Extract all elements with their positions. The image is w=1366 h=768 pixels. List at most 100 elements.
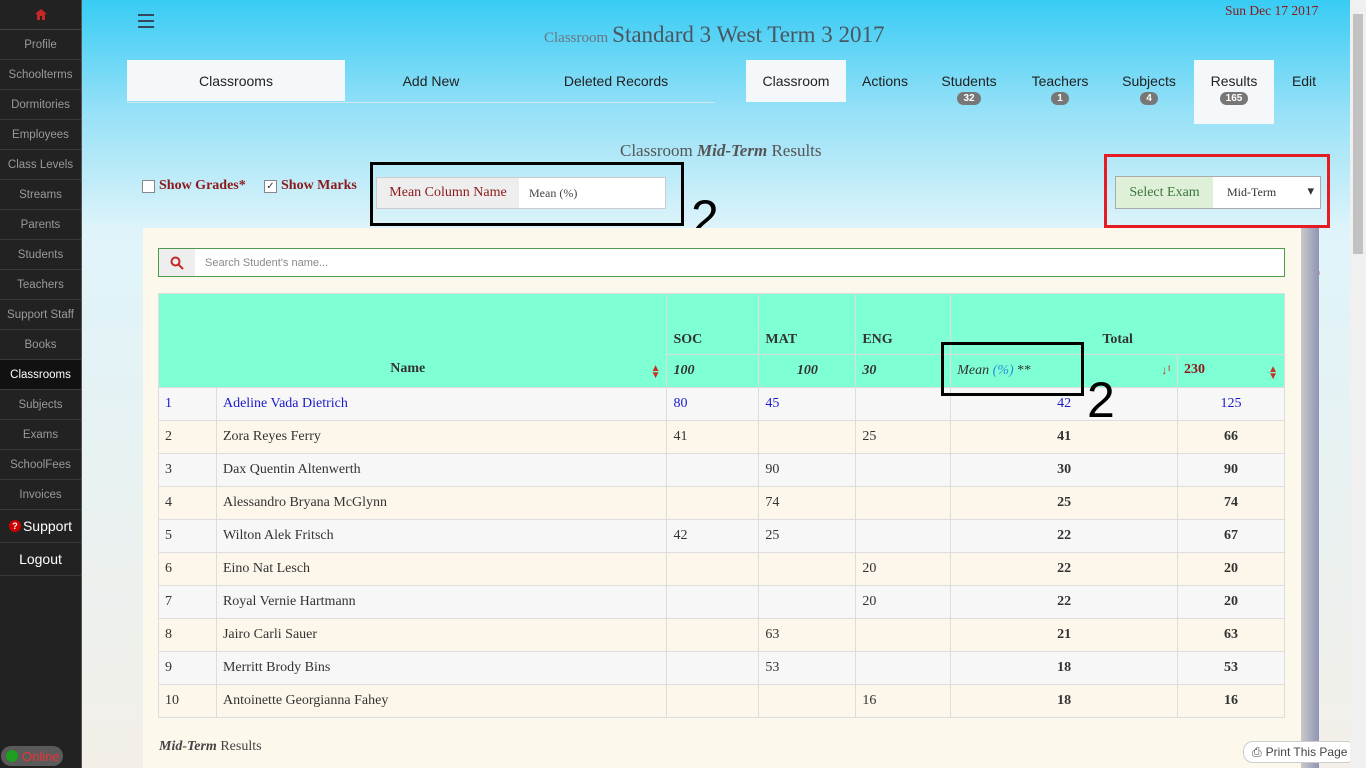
scrollbar-thumb[interactable] <box>1353 14 1363 254</box>
home-link[interactable] <box>0 0 81 30</box>
mat-mark <box>758 684 857 718</box>
sidebar-item-dormitories[interactable]: Dormitories <box>0 90 81 120</box>
subject-header-soc: SOC <box>666 293 760 355</box>
table-row[interactable]: 10 Antoinette Georgianna Fahey 16 18 16 <box>158 684 1285 718</box>
show-grades-toggle[interactable]: Show Grades* <box>142 178 246 194</box>
annotation-box-1 <box>1104 154 1330 228</box>
total-value: 74 <box>1177 486 1285 520</box>
support-label: Support <box>22 518 73 534</box>
soc-mark <box>666 486 760 520</box>
total-value: 20 <box>1177 585 1285 619</box>
tab-students-label: Students <box>941 73 997 89</box>
table-row[interactable]: 5 Wilton Alek Fritsch 42 25 22 67 <box>158 519 1285 553</box>
sidebar-item-subjects[interactable]: Subjects <box>0 390 81 420</box>
table-row[interactable]: 3 Dax Quentin Altenwerth 90 30 90 <box>158 453 1285 487</box>
subject-header-mat: MAT <box>758 293 857 355</box>
annotation-number-2-mean: 2 <box>1087 372 1115 428</box>
sidebar-item-books[interactable]: Books <box>0 330 81 360</box>
row-number: 4 <box>158 486 217 520</box>
online-status: Online <box>1 746 63 766</box>
table-row[interactable]: 6 Eino Nat Lesch 20 22 20 <box>158 552 1285 586</box>
table-row[interactable]: 8 Jairo Carli Sauer 63 21 63 <box>158 618 1285 652</box>
student-name[interactable]: Royal Vernie Hartmann <box>215 585 668 619</box>
sidebar-item-parents[interactable]: Parents <box>0 210 81 240</box>
student-search: Search Student's name... <box>158 248 1285 277</box>
tab-actions-label: Actions <box>862 73 908 89</box>
total-value: 125 <box>1177 387 1285 421</box>
tab-classroom[interactable]: Classroom <box>746 60 846 102</box>
tab-teachers[interactable]: Teachers 1 <box>1014 73 1106 105</box>
scrollbar[interactable] <box>1350 0 1366 768</box>
sidebar-item-employees[interactable]: Employees <box>0 120 81 150</box>
sidebar-item-classrooms[interactable]: Classrooms <box>0 360 81 390</box>
tab-add-new[interactable]: Add New <box>345 60 517 101</box>
sidebar-item-profile[interactable]: Profile <box>0 30 81 60</box>
table-row[interactable]: 9 Merritt Brody Bins 53 18 53 <box>158 651 1285 685</box>
sort-mean-icon[interactable]: ↓¹ <box>1161 363 1171 378</box>
print-page-button[interactable]: ⎙ Print This Page <box>1243 741 1357 763</box>
student-name[interactable]: Zora Reyes Ferry <box>215 420 668 454</box>
subjects-count-badge: 4 <box>1140 92 1158 105</box>
sidebar-item-invoices[interactable]: Invoices <box>0 480 81 510</box>
table-row[interactable]: 2 Zora Reyes Ferry 41 25 41 66 <box>158 420 1285 454</box>
sidebar-item-schoolfees[interactable]: SchoolFees <box>0 450 81 480</box>
soc-mark <box>666 453 760 487</box>
mean-value: 22 <box>950 552 1179 586</box>
sidebar-item-teachers[interactable]: Teachers <box>0 270 81 300</box>
tab-actions[interactable]: Actions <box>846 60 924 102</box>
sidebar-item-logout[interactable]: Logout <box>0 543 81 576</box>
student-name[interactable]: Eino Nat Lesch <box>215 552 668 586</box>
search-icon[interactable] <box>159 249 195 276</box>
student-name[interactable]: Alessandro Bryana McGlynn <box>215 486 668 520</box>
sort-name-icon[interactable]: ▲ ▼ <box>651 364 661 381</box>
mean-value: 22 <box>950 585 1179 619</box>
student-name[interactable]: Merritt Brody Bins <box>215 651 668 685</box>
title-prefix: Classroom <box>544 30 609 46</box>
results-table: Name ▲ ▼ SOC MAT ENG Total 100 100 30 Mea… <box>157 293 1285 718</box>
show-grades-checkbox[interactable] <box>142 179 155 193</box>
total-marks-header[interactable]: 230 ▲ ▼ <box>1177 354 1285 388</box>
menu-toggle-icon[interactable] <box>138 14 154 32</box>
tab-results[interactable]: Results 165 <box>1194 60 1274 124</box>
tab-classroom-label: Classroom <box>762 73 830 89</box>
student-name[interactable]: Dax Quentin Altenwerth <box>215 453 668 487</box>
classroom-title: Standard 3 West Term 3 2017 <box>612 22 885 47</box>
online-dot-icon <box>6 750 18 762</box>
show-marks-checkbox[interactable]: ✓ <box>264 179 277 193</box>
sidebar-item-support-staff[interactable]: Support Staff <box>0 300 81 330</box>
eng-mark <box>855 387 952 421</box>
tab-subjects-label: Subjects <box>1122 73 1176 89</box>
soc-mark <box>666 684 760 718</box>
student-name[interactable]: Adeline Vada Dietrich <box>215 387 668 421</box>
online-label: Online <box>22 748 60 764</box>
sidebar-item-schoolterms[interactable]: Schoolterms <box>0 60 81 90</box>
student-name[interactable]: Jairo Carli Sauer <box>215 618 668 652</box>
tab-subjects[interactable]: Subjects 4 <box>1106 73 1192 105</box>
tab-students[interactable]: Students 32 <box>927 73 1011 105</box>
show-marks-toggle[interactable]: ✓ Show Marks <box>264 178 357 194</box>
soc-mark <box>666 651 760 685</box>
name-column-header[interactable]: Name ▲ ▼ <box>157 293 668 388</box>
total-value: 67 <box>1177 519 1285 553</box>
student-name[interactable]: Antoinette Georgianna Fahey <box>215 684 668 718</box>
mat-mark: 53 <box>758 651 857 685</box>
table-row[interactable]: 4 Alessandro Bryana McGlynn 74 25 74 <box>158 486 1285 520</box>
sidebar-item-students[interactable]: Students <box>0 240 81 270</box>
eng-mark: 20 <box>855 585 952 619</box>
student-search-input[interactable]: Search Student's name... <box>195 249 328 276</box>
sidebar-item-class-levels[interactable]: Class Levels <box>0 150 81 180</box>
row-number: 7 <box>158 585 217 619</box>
table-row[interactable]: 7 Royal Vernie Hartmann 20 22 20 <box>158 585 1285 619</box>
page-title: Classroom Standard 3 West Term 3 2017 <box>544 22 884 48</box>
eng-mark <box>855 486 952 520</box>
student-name[interactable]: Wilton Alek Fritsch <box>215 519 668 553</box>
sidebar-item-streams[interactable]: Streams <box>0 180 81 210</box>
sort-total-icon[interactable]: ▲ ▼ <box>1268 365 1278 382</box>
tab-edit[interactable]: Edit <box>1276 60 1332 102</box>
sidebar-item-support[interactable]: ? Support <box>0 510 81 543</box>
table-row[interactable]: 1 Adeline Vada Dietrich 80 45 42 125 <box>158 387 1285 421</box>
tab-classrooms[interactable]: Classrooms <box>127 60 345 101</box>
tab-deleted-records[interactable]: Deleted Records <box>517 60 715 101</box>
sidebar-item-exams[interactable]: Exams <box>0 420 81 450</box>
classroom-detail-tabs: Classroom Actions Students 32 Teachers 1… <box>746 60 1334 124</box>
